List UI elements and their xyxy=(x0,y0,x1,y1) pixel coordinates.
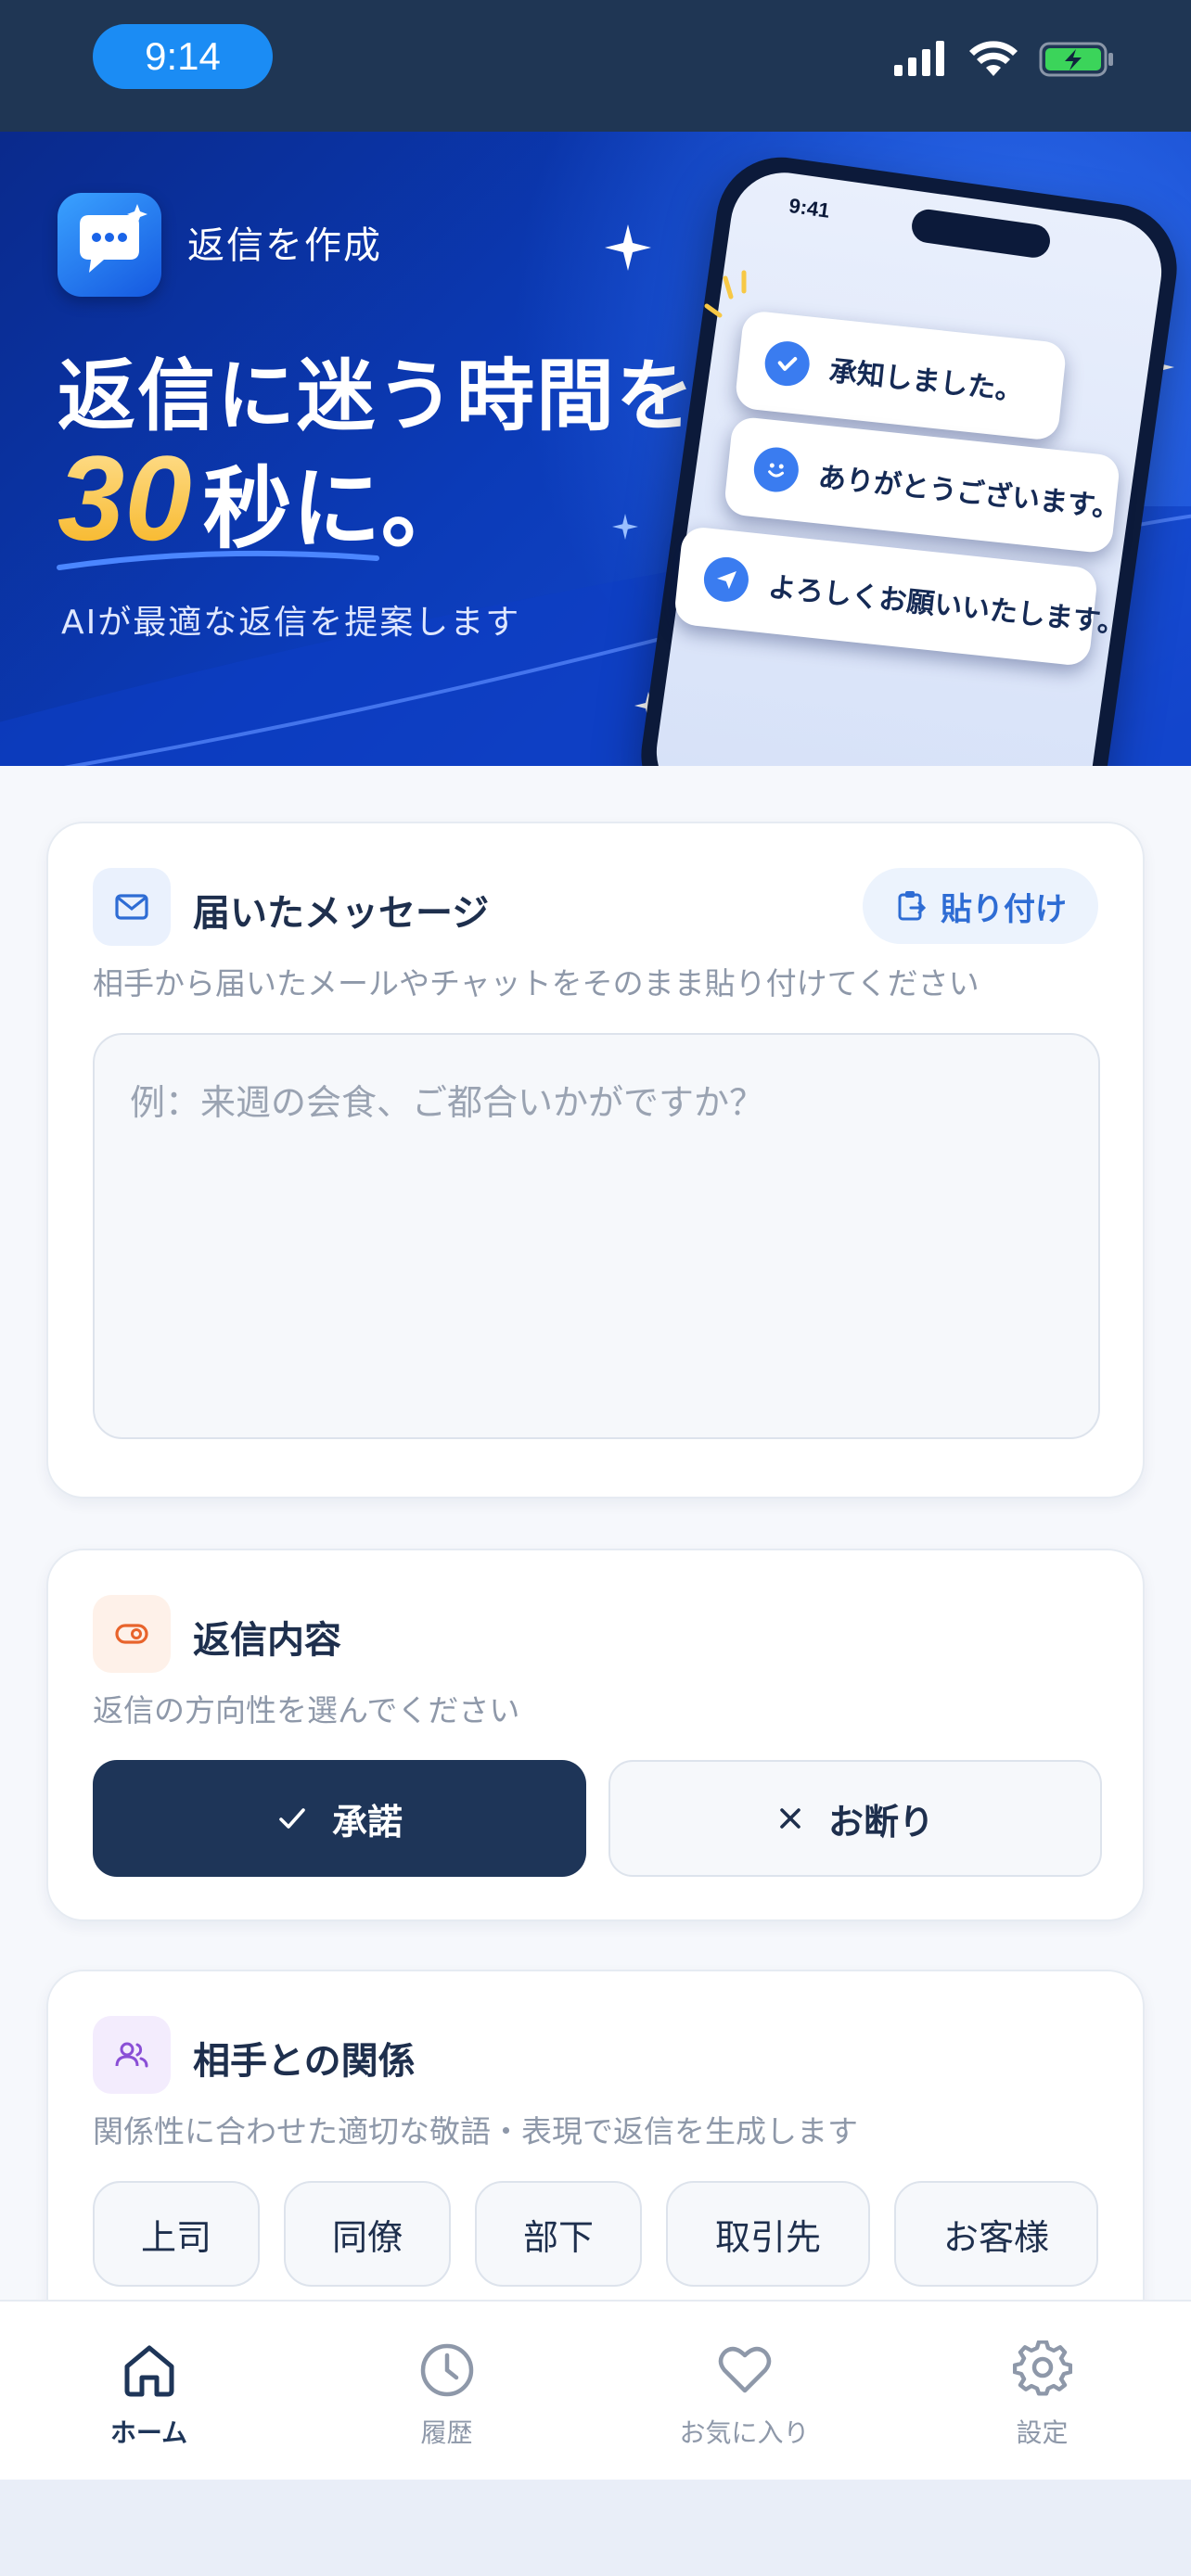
message-input[interactable]: 例：来週の会食、ご都合いかがですか？ xyxy=(93,1033,1100,1439)
tab-settings[interactable]: 設定 xyxy=(893,2302,1191,2481)
signal-icon xyxy=(894,41,944,76)
message-card: 届いたメッセージ 貼り付け 相手から届いたメールやチャットをそのまま貼り付けてく… xyxy=(46,822,1145,1498)
mail-icon xyxy=(93,868,171,946)
relation-card-title: 相手との関係 xyxy=(193,2040,416,2083)
relation-chip-customer[interactable]: お客様 xyxy=(894,2181,1098,2287)
clock-icon xyxy=(420,2343,473,2397)
bubble-text: 承知しました。 xyxy=(827,355,1025,408)
send-icon xyxy=(701,555,751,605)
hero-subtitle: AIが最適な返信を提案します xyxy=(61,604,521,642)
tab-home[interactable]: ホーム xyxy=(0,2302,298,2481)
reply-type-card: 返信内容 返信の方向性を選んでください 承諾 お断り xyxy=(46,1549,1145,1921)
x-icon xyxy=(780,1808,800,1829)
tab-settings-label: 設定 xyxy=(1016,2417,1069,2448)
tab-favorites-label: お気に入り xyxy=(679,2417,810,2448)
battery-icon xyxy=(1039,42,1113,77)
tab-favorites[interactable]: お気に入り xyxy=(596,2302,893,2481)
bubble-text: ありがとうございます。 xyxy=(816,461,1122,526)
paste-button[interactable]: 貼り付け xyxy=(863,868,1098,944)
check-circle-icon xyxy=(762,338,813,389)
phone-time: 9:41 xyxy=(788,193,832,223)
clipboard-icon xyxy=(898,891,927,921)
main-content: 届いたメッセージ 貼り付け 相手から届いたメールやチャットをそのまま貼り付けてく… xyxy=(0,766,1191,2359)
hero-app-label: 返信を作成 xyxy=(187,224,382,267)
relation-chip-group: 上司 同僚 部下 取引先 お客様 xyxy=(93,2181,1098,2287)
tab-home-label: ホーム xyxy=(109,2417,188,2448)
home-icon xyxy=(124,2345,173,2397)
bubble-text: よろしくお願いいたします。 xyxy=(766,570,1128,642)
toggle-icon xyxy=(93,1595,171,1673)
message-input-placeholder: 例：来週の会食、ご都合いかがですか？ xyxy=(130,1082,765,1123)
relation-chip-boss[interactable]: 上司 xyxy=(93,2181,260,2287)
smile-icon xyxy=(751,445,801,494)
app-logo-icon xyxy=(58,193,161,297)
decline-option-button[interactable]: お断り xyxy=(608,1760,1102,1877)
accept-option-label: 承諾 xyxy=(331,1801,403,1843)
status-icons xyxy=(892,41,1115,78)
reply-card-description: 返信の方向性を選んでください xyxy=(93,1692,520,1728)
gear-icon xyxy=(1012,2340,1072,2396)
status-bar: 9:14 xyxy=(0,0,1191,132)
accept-option-button[interactable]: 承諾 xyxy=(93,1760,586,1877)
paste-button-label: 貼り付け xyxy=(941,890,1067,928)
home-indicator-area xyxy=(0,2480,1191,2576)
hero-underline-decoration xyxy=(57,550,379,570)
relation-chip-subordinate[interactable]: 部下 xyxy=(475,2181,642,2287)
message-card-title: 届いたメッセージ xyxy=(193,892,490,935)
relation-chip-colleague[interactable]: 同僚 xyxy=(284,2181,451,2287)
tab-history-label: 履歴 xyxy=(420,2417,473,2448)
sparkle-icon xyxy=(612,514,638,540)
wifi-icon xyxy=(969,41,1018,76)
message-card-description: 相手から届いたメールやチャットをそのまま貼り付けてください xyxy=(93,965,980,1001)
reply-card-title: 返信内容 xyxy=(193,1619,341,1662)
heart-icon xyxy=(718,2346,771,2393)
check-icon xyxy=(279,1808,305,1829)
relation-card-description: 関係性に合わせた適切な敬語・表現で返信を生成します xyxy=(93,2113,858,2149)
sparkle-icon xyxy=(605,224,651,271)
bottom-tab-bar: ホーム 履歴 お気に入り 設定 xyxy=(0,2300,1191,2480)
tab-history[interactable]: 履歴 xyxy=(298,2302,596,2481)
hero-banner: 返信を作成 返信に迷う時間を、 30 秒に。 AIが最適な返信を提案します 9:… xyxy=(0,132,1191,766)
decline-option-label: お断り xyxy=(827,1801,934,1843)
users-icon xyxy=(93,2016,171,2094)
phone-notch xyxy=(909,207,1053,261)
relation-chip-client[interactable]: 取引先 xyxy=(666,2181,870,2287)
status-time: 9:14 xyxy=(93,24,273,89)
